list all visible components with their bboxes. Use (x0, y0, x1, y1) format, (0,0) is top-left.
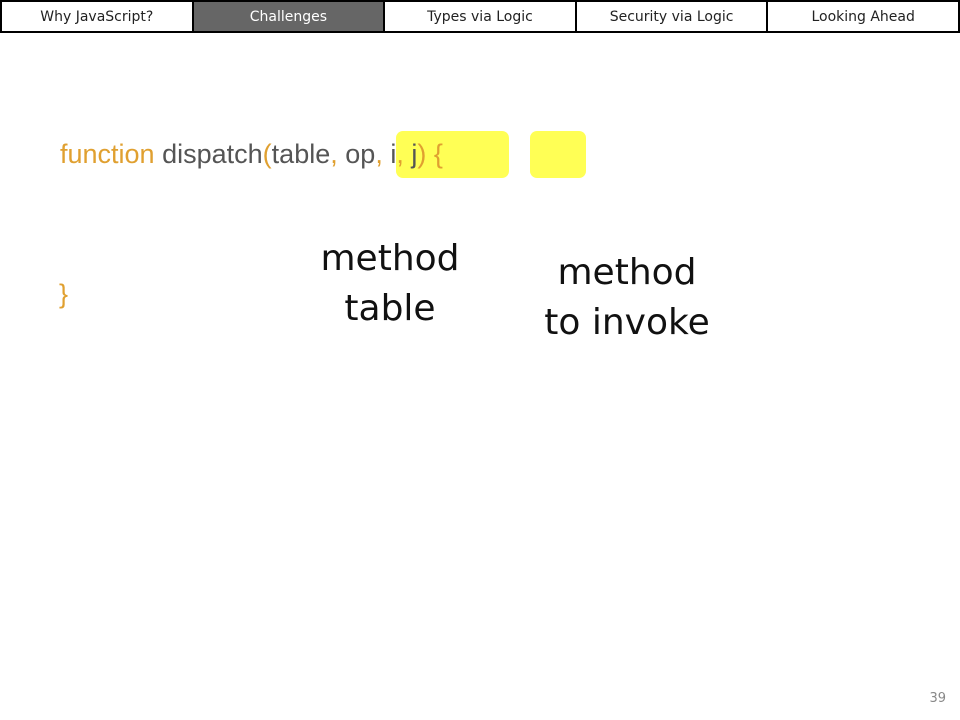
tab-looking-ahead[interactable]: Looking Ahead (768, 2, 958, 31)
code-open-paren: ( (262, 139, 272, 169)
slide-number: 39 (929, 691, 946, 706)
code-close-paren: ) (417, 139, 427, 169)
slide: Why JavaScript? Challenges Types via Log… (0, 0, 960, 720)
code-param-table: table (271, 139, 331, 169)
code-param-op: op (345, 139, 376, 169)
invoke-highlight (530, 131, 586, 178)
code-open-brace: { (433, 139, 443, 169)
tab-why-javascript[interactable]: Why JavaScript? (2, 2, 194, 31)
tab-types-via-logic[interactable]: Types via Logic (385, 2, 577, 31)
function-signature: function dispatch(table, op, i, j) { (60, 141, 443, 168)
code-comma: , (396, 139, 404, 169)
method-invoke-line2: to invoke (544, 301, 710, 343)
code-fn-name: dispatch (162, 139, 263, 169)
code-comma: , (330, 139, 338, 169)
method-to-invoke-callout: method to invoke (517, 248, 737, 347)
method-table-line2: table (344, 287, 436, 329)
code-close-brace-glyph: } (59, 279, 69, 309)
method-table-callout: method table (300, 234, 480, 333)
code-close-brace: } (59, 281, 68, 308)
code-comma: , (375, 139, 383, 169)
method-invoke-line1: method (557, 252, 697, 293)
tab-security-via-logic[interactable]: Security via Logic (577, 2, 769, 31)
tab-challenges[interactable]: Challenges (193, 2, 386, 31)
method-table-line1: method (320, 238, 460, 279)
section-nav: Why JavaScript? Challenges Types via Log… (0, 0, 960, 33)
code-keyword-function: function (60, 139, 155, 169)
